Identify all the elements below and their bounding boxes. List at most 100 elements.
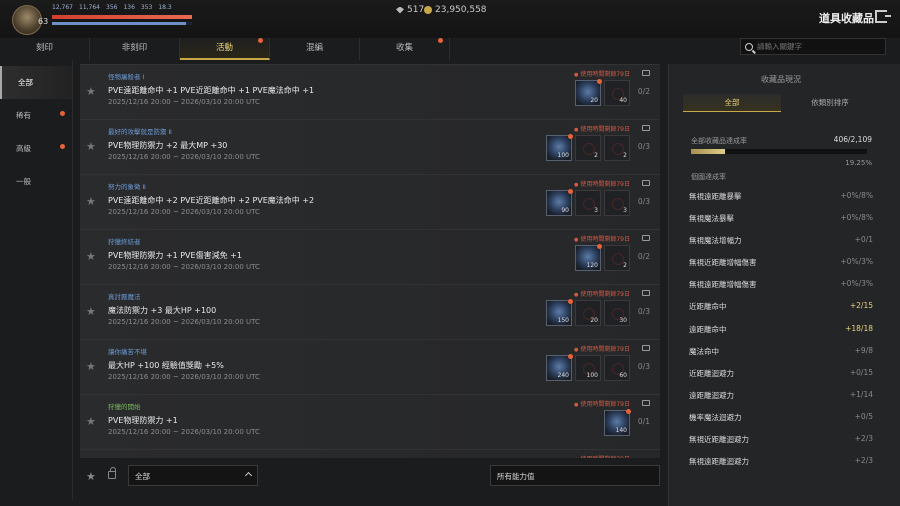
item-slot[interactable]: 2	[575, 135, 601, 161]
sidebar-item-1[interactable]: 稀有	[0, 99, 72, 132]
search-box[interactable]	[740, 38, 886, 55]
collection-progress: 0/3	[637, 362, 650, 371]
preview-icon[interactable]	[642, 70, 650, 76]
collection-row[interactable]: ★ 努力的象徵 Ⅱ PVE遠距離命中 +2 PVE近距離命中 +2 PVE魔法命中 …	[80, 174, 660, 229]
collection-name: 讓你痛苦不堪	[108, 348, 147, 356]
tab-label: 混編	[305, 43, 323, 53]
collection-period: 2025/12/16 20:00 ~ 2026/03/10 20:00 UTC	[108, 208, 260, 216]
panel-tab-sort[interactable]: 依類別排序	[781, 94, 879, 112]
preview-icon[interactable]	[642, 125, 650, 131]
favorite-star-icon[interactable]: ★	[86, 195, 96, 208]
category-tabs: 刻印 非刻印 活動 混編 收集	[0, 38, 460, 60]
preview-icon[interactable]	[642, 400, 650, 406]
panel-tab-all[interactable]: 全部	[683, 94, 781, 112]
time-remaining: 使用時間剩餘79日	[574, 69, 630, 78]
item-slot[interactable]: 60	[604, 355, 630, 381]
item-slot[interactable]: 100	[546, 134, 573, 161]
favorite-star-icon[interactable]: ★	[86, 305, 96, 318]
item-count: 2	[594, 152, 598, 159]
favorite-star-icon[interactable]: ★	[86, 140, 96, 153]
collection-row[interactable]: ★ 讓你痛苦不堪 最大HP +100 經驗值獎勵 +5% 2025/12/16 20:…	[80, 339, 660, 394]
sidebar-item-2[interactable]: 高級	[0, 132, 72, 165]
completion-progress-bar	[691, 149, 867, 154]
stat-value: +2/3	[854, 456, 873, 466]
tab-3[interactable]: 混編	[270, 38, 360, 60]
item-slot[interactable]: 3	[604, 190, 630, 216]
favorite-filter-star-icon[interactable]: ★	[86, 470, 96, 483]
exit-icon[interactable]	[875, 10, 891, 23]
item-slot[interactable]: 30	[604, 300, 630, 326]
stat-row: 無視遠距離增幅傷害 +0%/3%	[689, 279, 873, 301]
stat-value: 11,764	[79, 4, 100, 11]
tab-1[interactable]: 非刻印	[90, 38, 180, 60]
item-slot[interactable]: 90	[546, 189, 573, 216]
completion-percent: 19.25%	[845, 159, 872, 167]
item-slot[interactable]: 150	[546, 299, 573, 326]
category-dropdown[interactable]: 全部	[128, 465, 258, 486]
item-slot[interactable]: 120	[575, 244, 602, 271]
collection-name: 真討厭魔法	[108, 293, 141, 301]
preview-icon[interactable]	[642, 345, 650, 351]
item-slots: 150 20 30	[546, 299, 630, 326]
stat-name: 無視近距離迴避力	[689, 435, 749, 445]
sidebar-item-0[interactable]: 全部	[0, 66, 72, 99]
item-slot[interactable]: 40	[604, 80, 630, 106]
stat-name: 無視魔法暴擊	[689, 214, 734, 224]
item-count: 3	[623, 207, 627, 214]
collection-name: 努力的象徵 Ⅱ	[108, 183, 146, 191]
preview-icon[interactable]	[642, 235, 650, 241]
stat-name: 遠距離迴避力	[689, 390, 734, 400]
tab-4[interactable]: 收集	[360, 38, 450, 60]
stat-row: 無視遠距離迴避力 +2/3	[689, 456, 873, 478]
character-level: 63	[38, 17, 49, 26]
panel-title: 收藏品現況	[761, 75, 801, 84]
favorite-star-icon[interactable]: ★	[86, 250, 96, 263]
filter-bar: ★ 全部 所有能力值	[80, 462, 660, 492]
item-slot[interactable]: 140	[604, 409, 631, 436]
notification-dot	[568, 354, 573, 359]
item-slot[interactable]: 240	[546, 354, 573, 381]
item-slot[interactable]: 100	[575, 355, 601, 381]
collection-row[interactable]: ★ 狩獵的開始 PVE物理防禦力 +1 2025/12/16 20:00 ~ 2026…	[80, 394, 660, 449]
search-icon	[745, 42, 753, 51]
lock-icon[interactable]	[108, 467, 116, 479]
gold-amount: 23,950,558	[435, 5, 487, 15]
time-remaining: 使用時間剩餘79日	[574, 234, 630, 243]
stat-value: 136	[123, 4, 135, 11]
search-input[interactable]	[757, 42, 877, 51]
time-remaining: 使用時間剩餘79日	[574, 344, 630, 353]
collection-period: 2025/12/16 20:00 ~ 2026/03/10 20:00 UTC	[108, 263, 260, 271]
stat-name: 無視遠距離迴避力	[689, 457, 749, 467]
item-slot[interactable]: 20	[575, 300, 601, 326]
collection-reward: PVE遠距離命中 +2 PVE近距離命中 +2 PVE魔法命中 +2	[108, 196, 315, 205]
collection-row[interactable]: 使用時間剩餘79日	[80, 449, 660, 458]
favorite-star-icon[interactable]: ★	[86, 415, 96, 428]
item-count: 20	[590, 317, 598, 324]
item-slot[interactable]: 3	[575, 190, 601, 216]
favorite-star-icon[interactable]: ★	[86, 360, 96, 373]
ability-dropdown[interactable]: 所有能力值	[490, 465, 660, 486]
item-slot[interactable]: 2	[604, 245, 630, 271]
tab-2[interactable]: 活動	[180, 38, 270, 60]
collection-row[interactable]: ★ 真討厭魔法 魔法防禦力 +3 最大HP +100 2025/12/16 20:00…	[80, 284, 660, 339]
collection-row[interactable]: ★ 狩獵終結者 PVE物理防禦力 +1 PVE傷害減免 +1 2025/12/16 2…	[80, 229, 660, 284]
collection-period: 2025/12/16 20:00 ~ 2026/03/10 20:00 UTC	[108, 98, 260, 106]
tab-0[interactable]: 刻印	[0, 38, 90, 60]
divider	[72, 60, 73, 500]
item-count: 90	[561, 207, 569, 214]
stat-value: +1/14	[849, 389, 873, 399]
stat-value: +0%/8%	[840, 191, 873, 200]
favorite-star-icon[interactable]: ★	[86, 85, 96, 98]
item-slot[interactable]: 20	[575, 79, 602, 106]
sidebar-item-3[interactable]: 一般	[0, 165, 72, 198]
collection-row[interactable]: ★ 怪物屠殺者 Ⅰ PVE遠距離命中 +1 PVE近距離命中 +1 PVE魔法命中 …	[80, 64, 660, 119]
collection-reward: 最大HP +100 經驗值獎勵 +5%	[108, 361, 224, 370]
preview-icon[interactable]	[642, 290, 650, 296]
collection-progress: 0/3	[637, 142, 650, 151]
collection-row[interactable]: ★ 最好的攻擊就是防禦 Ⅱ PVE物理防禦力 +2 最大MP +30 2025/12/…	[80, 119, 660, 174]
collection-period: 2025/12/16 20:00 ~ 2026/03/10 20:00 UTC	[108, 318, 260, 326]
notification-dot	[597, 79, 602, 84]
item-slot[interactable]: 2	[604, 135, 630, 161]
item-slots: 100 2 2	[546, 134, 630, 161]
preview-icon[interactable]	[642, 180, 650, 186]
